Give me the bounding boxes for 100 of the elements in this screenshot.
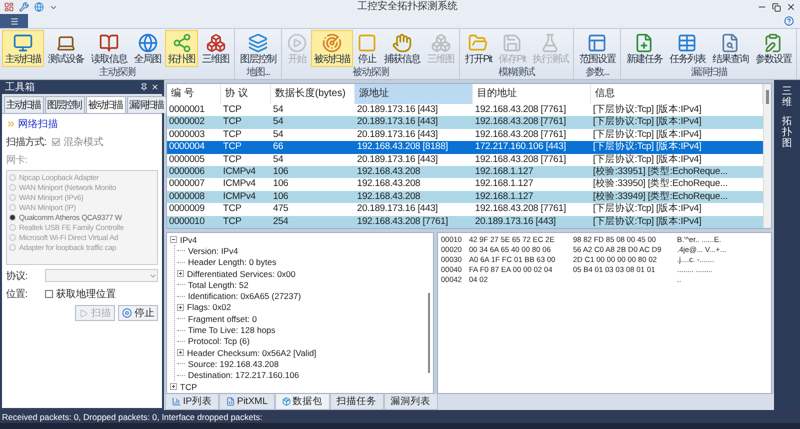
column-header[interactable]: 信息 <box>591 84 763 104</box>
table-cell-text: [下层协议:Tcp] [版本:IPv4] <box>592 128 702 141</box>
table-row[interactable]: 0000010 TCP 254 192.168.43.208 [7761] 20.189.173.16 [443] [下层协议:Tcp] [版本:IPv4] <box>167 216 763 228</box>
chart-icon <box>172 397 181 406</box>
stop-button[interactable]: 停止 <box>118 305 158 321</box>
dashboard-icon[interactable] <box>4 2 14 12</box>
flask-icon <box>540 33 560 53</box>
table-cell-text: [校验:33949] [类型:EchoReque... <box>592 190 728 203</box>
help-icon[interactable] <box>784 16 794 26</box>
bottom-tab[interactable]: 漏洞列表 <box>384 394 438 410</box>
table-row[interactable]: 0000008 ICMPv4 106 192.168.43.208 192.168.1.127 [校验:33949] [类型:EchoReque... <box>167 190 763 204</box>
table-cell-text: TCP <box>222 116 242 129</box>
table-cell-text: 172.217.160.106 [443] <box>474 141 567 154</box>
restore-icon[interactable] <box>772 2 781 12</box>
dock-tab[interactable]: 拓扑图 <box>782 116 792 149</box>
wrench-icon[interactable] <box>19 2 29 12</box>
tree-node-label[interactable]: TCP <box>180 382 197 392</box>
ribbon-button[interactable]: 读取信息 <box>88 30 130 67</box>
ribbon-button[interactable]: 新建任务 <box>623 30 666 67</box>
table-cell-text: 20.189.173.16 [443] <box>356 128 439 142</box>
menu-icon <box>10 16 18 26</box>
ribbon-button[interactable]: 打开Pit <box>462 30 495 67</box>
bottom-tab[interactable]: 数据包 <box>274 394 330 410</box>
tree-node-label[interactable]: IPv4 <box>180 234 198 245</box>
ribbon-button[interactable]: 图层控制 <box>237 30 279 67</box>
tree-node-label[interactable]: Source: 192.168.43.208 <box>188 358 279 369</box>
group-label: 地图... <box>245 67 271 79</box>
ribbon-button[interactable]: 被动扫描 <box>311 30 353 67</box>
package-icon <box>282 397 291 406</box>
expand-toggle[interactable] <box>177 270 184 278</box>
panel-tab[interactable]: 被动扫描 <box>86 96 126 113</box>
column-header[interactable]: 目的地址 <box>473 84 591 104</box>
field-label: 位置: <box>6 288 28 301</box>
table-cell-text: [下层协议:Tcp] [版本:IPv4] <box>592 154 702 166</box>
table-cell-text: 0000005 <box>168 154 206 166</box>
tree-node-label[interactable]: Total Length: 52 <box>188 280 248 290</box>
tree-node-label[interactable]: Version: IPv4 <box>188 246 238 256</box>
table-cell-text: 192.168.43.208 <box>356 178 422 191</box>
tree-node-label[interactable]: Destination: 172.217.160.106 <box>188 370 300 380</box>
group-label: 主动探测 <box>98 67 136 79</box>
globe-icon <box>138 33 158 53</box>
table-row[interactable]: 0000006 ICMPv4 106 192.168.43.208 192.168.1.127 [校验:33951] [类型:EchoReque... <box>167 166 763 178</box>
ribbon-button[interactable]: 拓扑图 <box>165 30 198 67</box>
bottom-tab[interactable]: IP列表 <box>165 394 219 410</box>
table-cell-text: 0000009 <box>168 203 206 216</box>
table-cell-text: 254 <box>272 216 290 228</box>
bottom-tab[interactable]: 扫描任务 <box>330 394 384 410</box>
panel-tab[interactable]: 图层控制 <box>45 96 85 113</box>
tree-node-label[interactable]: Identification: 0x6A65 (27237) <box>188 291 301 302</box>
scrollbar[interactable] <box>763 84 771 228</box>
tree-node-label[interactable]: Header Length: 0 bytes <box>188 257 276 268</box>
table-row[interactable]: 0000004 TCP 66 192.168.43.208 [8188] 172.217.160.106 [443] [下层协议:Tcp] [版本:IPv4] <box>167 141 763 154</box>
play-icon <box>79 308 88 318</box>
ribbon-button[interactable]: 三维图 <box>199 30 232 67</box>
globe-icon[interactable] <box>34 2 44 12</box>
dock-tab[interactable]: 三维 <box>782 86 792 108</box>
table-cell-text: 192.168.43.208 [7761] <box>474 154 567 166</box>
column-header[interactable]: 协 议 <box>221 84 271 104</box>
field-label: 协议: <box>6 270 28 283</box>
hand-icon <box>392 33 412 53</box>
table-cell-text: [校验:33950] [类型:EchoReque... <box>592 178 728 191</box>
panel-tab[interactable]: 漏洞扫描 <box>127 96 167 113</box>
bottom-tab[interactable]: PitXML <box>218 394 275 410</box>
tree-node-label[interactable]: Fragment offset: 0 <box>188 314 257 324</box>
location-checkbox[interactable]: 获取地理位置 <box>45 287 116 301</box>
ribbon-button[interactable]: 范围设置 <box>576 30 618 67</box>
ribbon-button[interactable]: 任务列表 <box>666 30 708 67</box>
table-cell-text: ICMPv4 <box>222 190 257 204</box>
ribbon-button[interactable]: 测试设备 <box>45 30 87 67</box>
close-icon[interactable] <box>786 2 796 12</box>
ribbon-button[interactable]: 主动扫描 <box>2 30 44 67</box>
ribbon-button[interactable]: 捕获信息 <box>381 30 423 67</box>
tree-node-label[interactable]: Protocol: Tcp (6) <box>188 336 250 346</box>
ribbon-button[interactable]: 结果查询 <box>709 30 752 67</box>
table-row[interactable]: 0000002 TCP 54 20.189.173.16 [443] 192.168.43.208 [7761] [下层协议:Tcp] [版本:IPv4] <box>167 116 763 129</box>
tree-node-label[interactable]: Flags: 0x02 <box>187 302 231 312</box>
table-cell-text: 20.189.173.16 [443] <box>356 154 439 166</box>
column-header[interactable]: 源地址 <box>355 84 473 104</box>
table-cell-text: 106 <box>272 166 290 178</box>
column-header[interactable]: 数据长度(bytes) <box>271 84 355 104</box>
ribbon-button[interactable]: 停止 <box>354 30 380 67</box>
file-plus-icon <box>634 33 654 53</box>
expand-toggle[interactable] <box>177 304 184 311</box>
ribbon-button[interactable]: 参数设置 <box>752 30 794 67</box>
close-icon[interactable] <box>151 83 159 91</box>
ribbon-button[interactable]: 全局图 <box>131 30 164 67</box>
table-cell-text: 106 <box>272 178 290 191</box>
table-cell-text: 0000007 <box>168 178 206 191</box>
expand-toggle[interactable] <box>177 349 184 356</box>
panel-tab[interactable]: 主动扫描 <box>4 96 44 113</box>
tree-node-label[interactable]: Time To Live: 128 hops <box>188 325 276 336</box>
app-menu-button[interactable] <box>0 14 28 28</box>
table-cell-text: [下层协议:Tcp] [版本:IPv4] <box>592 116 702 129</box>
expand-toggle[interactable] <box>170 236 177 244</box>
tree-node-label[interactable]: Header Checksum: 0x56A2 [Valid] <box>187 348 316 358</box>
column-header[interactable]: 编 号 <box>167 84 221 104</box>
tree-node-label[interactable]: Differentiated Services: 0x00 <box>187 268 296 279</box>
expand-toggle[interactable] <box>170 383 177 390</box>
table-cell-text: 20.189.173.16 [443] <box>356 116 439 129</box>
pin-icon[interactable] <box>140 83 148 91</box>
